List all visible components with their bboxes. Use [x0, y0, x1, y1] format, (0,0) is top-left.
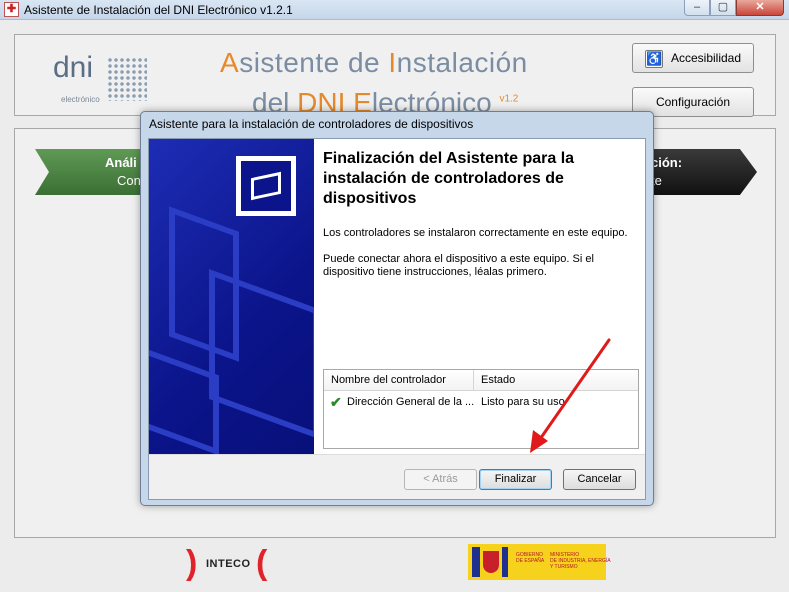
cancel-button[interactable]: Cancelar: [563, 469, 636, 490]
version-label: v1.2: [499, 93, 519, 105]
hardware-icon: [236, 156, 296, 216]
coat-of-arms-icon: [472, 547, 508, 577]
wizard-paragraph-2: Puede conectar ahora el dispositivo a es…: [323, 253, 594, 278]
list-header: Nombre del controlador Estado: [324, 370, 638, 391]
header-panel: dni electrónico Asistente de Instalación…: [14, 34, 776, 118]
logo-dots-icon: [107, 57, 147, 101]
finish-button[interactable]: Finalizar: [479, 469, 552, 490]
wizard-heading: Finalización del Asistente para la insta…: [323, 150, 575, 207]
close-button[interactable]: ✕: [736, 0, 784, 16]
wizard-side-banner: [149, 139, 314, 454]
back-button[interactable]: < Atrás: [404, 469, 477, 490]
gobierno-logo: GOBIERNO DE ESPAÑA MINISTERIO DE INDUSTR…: [468, 544, 611, 580]
dialog-client: Finalización del Asistente para la insta…: [148, 138, 646, 500]
driver-list[interactable]: Nombre del controlador Estado ✔ Direcció…: [323, 369, 639, 449]
list-item[interactable]: ✔ Dirección General de la ... Listo para…: [324, 394, 638, 412]
footer: ) INTECO ( GOBIERNO DE ESPAÑA MINISTERIO…: [186, 544, 611, 582]
dni-logo: dni electrónico: [51, 51, 151, 111]
column-header-name[interactable]: Nombre del controlador: [331, 374, 446, 386]
wizard-paragraph-1: Los controladores se instalaron correcta…: [323, 227, 628, 239]
window-title: Asistente de Instalación del DNI Electró…: [24, 3, 293, 17]
dialog-separator: [149, 454, 645, 455]
minimize-button[interactable]: –: [684, 0, 710, 16]
column-header-status[interactable]: Estado: [481, 374, 515, 386]
wizard-content: Finalización del Asistente para la insta…: [314, 139, 645, 454]
dialog-title: Asistente para la instalación de control…: [149, 117, 474, 131]
driver-name: Dirección General de la ...: [347, 396, 475, 408]
window-titlebar: ✚ Asistente de Instalación del DNI Elect…: [0, 0, 789, 20]
driver-wizard-dialog: Asistente para la instalación de control…: [140, 111, 654, 506]
accessibility-icon: ♿: [644, 49, 663, 68]
app-icon: ✚: [4, 2, 19, 17]
logo-sub-text: electrónico: [61, 95, 100, 104]
logo-main-text: dni: [53, 51, 94, 84]
maximize-button[interactable]: ▢: [710, 0, 736, 16]
checkmark-icon: ✔: [330, 394, 342, 410]
driver-status: Listo para su uso: [481, 396, 565, 408]
accessibility-button[interactable]: ♿ Accesibilidad: [632, 43, 754, 73]
app-heading-line1: Asistente de Instalación: [220, 47, 528, 78]
